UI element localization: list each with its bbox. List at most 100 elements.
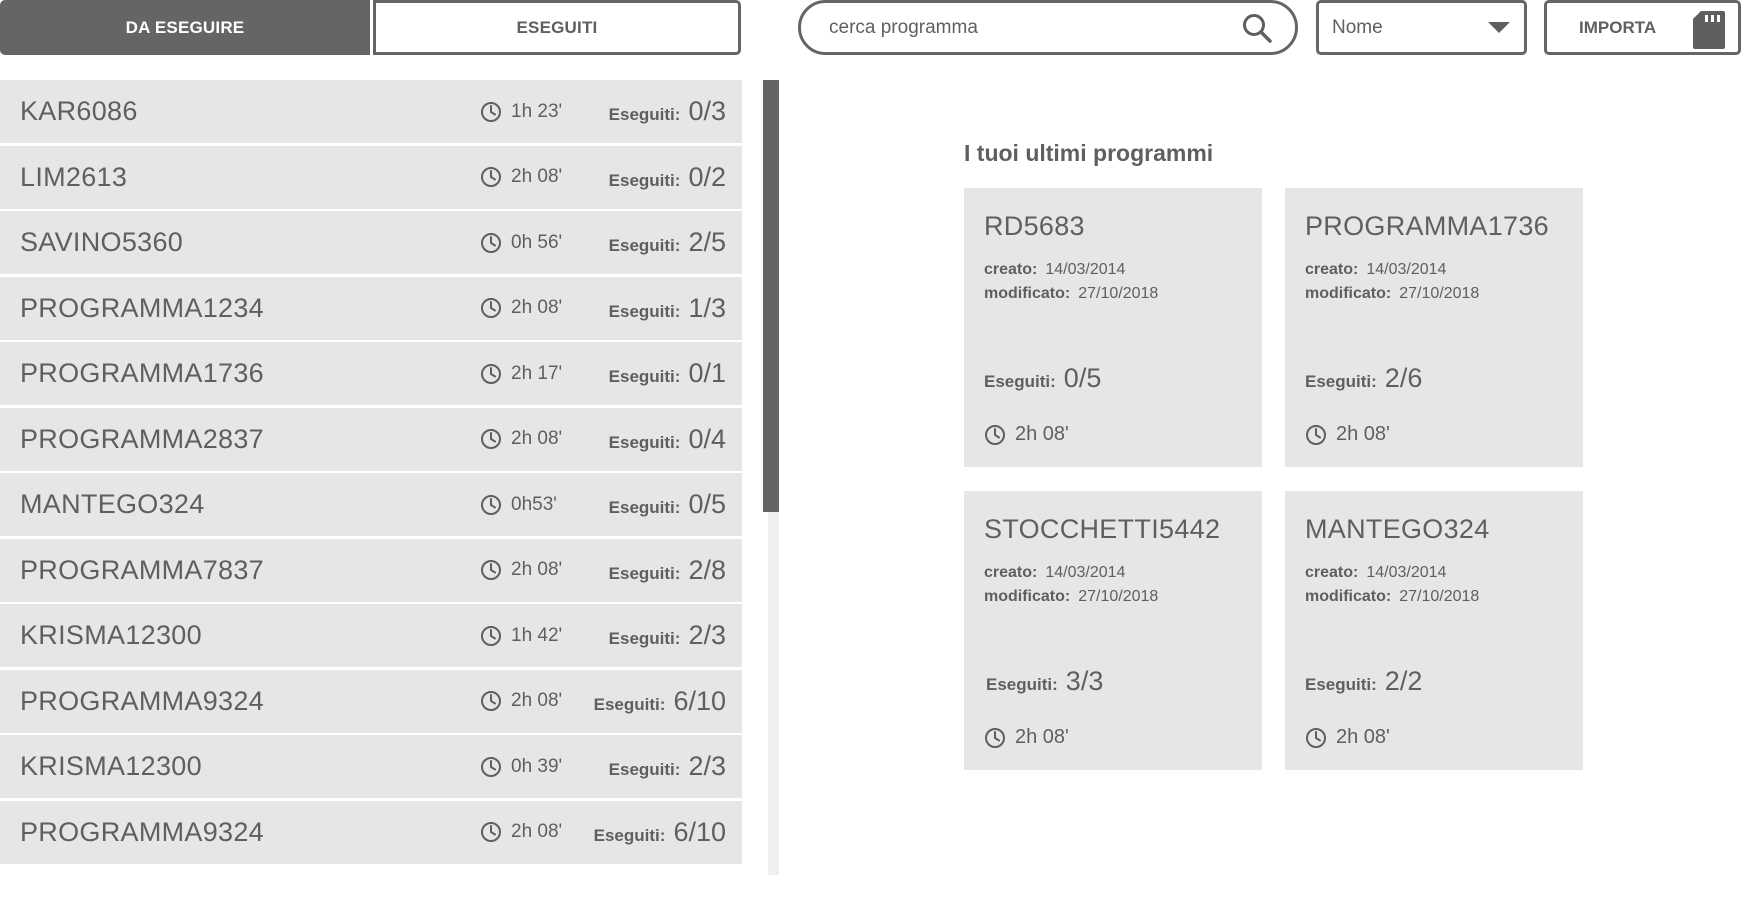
import-button[interactable]: IMPORTA [1544,0,1741,55]
done-value: 2/5 [688,227,726,257]
duration-value: 2h 17' [511,362,563,384]
card-modified: modificato: 27/10/2018 [984,588,1158,606]
program-row[interactable]: PROGRAMMA1736 2h 17' Eseguiti: 0/1 [0,342,742,405]
program-row[interactable]: KAR6086 1h 23' Eseguiti: 0/3 [0,80,742,143]
program-row[interactable]: KRISMA12300 1h 42' Eseguiti: 2/3 [0,604,742,667]
tab-eseguiti[interactable]: ESEGUITI [373,0,741,55]
card-name: STOCCHETTI5442 [984,514,1221,544]
program-name: PROGRAMMA1736 [20,358,264,388]
tab-da-eseguire[interactable]: DA ESEGUIRE [0,0,370,55]
done-value: 2/8 [688,554,726,585]
program-duration: 0h53' [480,494,557,516]
duration-value: 2h 08' [1336,423,1390,445]
program-done: Eseguiti: 1/3 [609,293,726,324]
program-name: PROGRAMMA7837 [20,554,264,585]
done-label: Eseguiti: [608,367,681,386]
sort-select[interactable]: Nome [1316,0,1527,55]
done-label: Eseguiti: [608,236,681,255]
done-label: Eseguiti: [608,760,681,779]
program-row[interactable]: LIM2613 2h 08' Eseguiti: 0/2 [0,145,742,209]
created-label: creato: [1305,261,1359,278]
import-label: IMPORTA [1579,17,1657,37]
program-done: Eseguiti: 2/3 [609,620,726,651]
clock-icon [481,363,501,384]
clock-icon [985,727,1005,748]
done-value: 2/3 [688,620,726,650]
done-label: Eseguiti: [986,675,1058,694]
duration-value: 2h 08' [511,297,563,318]
program-row[interactable]: PROGRAMMA9324 2h 08' Eseguiti: 6/10 [0,800,742,864]
program-done: Eseguiti: 6/10 [594,817,726,848]
program-row[interactable]: KRISMA12300 0h 39' Eseguiti: 2/3 [0,735,742,798]
program-row[interactable]: PROGRAMMA1234 2h 08' Eseguiti: 1/3 [0,276,742,340]
created-label: creato: [984,261,1038,278]
program-duration: 1h 23' [480,101,562,123]
recent-card[interactable]: RD5683 creato: 14/03/2014 modificato: 27/1… [964,188,1262,467]
card-created: creato: 14/03/2014 [1305,564,1446,582]
tab-label: ESEGUITI [516,17,598,37]
modified-label: modificato: [1305,588,1392,605]
recent-card[interactable]: PROGRAMMA1736 creato: 14/03/2014 modifica… [1285,188,1583,467]
clock-icon [481,429,501,449]
program-done: Eseguiti: 2/8 [609,555,726,586]
program-name: MANTEGO324 [20,489,205,519]
modified-label: modificato: [984,285,1071,302]
program-name: KRISMA12300 [20,620,202,650]
duration-value: 0h 39' [511,755,563,777]
program-done: Eseguiti: 2/5 [609,227,726,258]
duration-value: 2h 08' [511,559,563,580]
program-row[interactable]: SAVINO5360 0h 56' Eseguiti: 2/5 [0,211,742,274]
clock-icon [481,167,501,187]
done-value: 3/3 [1065,666,1104,696]
clock-icon [1306,727,1326,748]
card-done: Eseguiti: 2/2 [1305,666,1422,697]
created-date: 14/03/2014 [1045,564,1126,581]
duration-value: 2h 08' [511,166,563,187]
card-duration: 2h 08' [1305,423,1390,446]
done-label: Eseguiti: [608,498,681,517]
program-duration: 2h 17' [480,363,562,385]
done-label: Eseguiti: [593,825,666,845]
program-row[interactable]: PROGRAMMA9324 2h 08' Eseguiti: 6/10 [0,669,742,733]
scrollbar-thumb[interactable] [763,80,779,512]
card-name: MANTEGO324 [1305,514,1490,544]
chevron-down-icon [1488,22,1510,33]
program-row[interactable]: MANTEGO324 0h53' Eseguiti: 0/5 [0,473,742,536]
card-duration: 2h 08' [1305,726,1390,749]
program-done: Eseguiti: 0/5 [609,489,726,520]
card-modified: modificato: 27/10/2018 [984,285,1158,303]
search-icon[interactable] [1241,12,1273,44]
card-created: creato: 14/03/2014 [1305,261,1446,279]
clock-icon [481,691,501,711]
done-value: 6/10 [673,816,726,847]
clock-icon [481,298,501,318]
program-done: Eseguiti: 6/10 [594,686,726,717]
program-done: Eseguiti: 0/3 [609,96,726,127]
done-value: 0/2 [688,161,726,192]
done-value: 2/6 [1384,363,1423,393]
done-label: Eseguiti: [608,301,681,321]
card-duration: 2h 08' [984,423,1069,446]
clock-icon [481,822,501,842]
program-row[interactable]: PROGRAMMA7837 2h 08' Eseguiti: 2/8 [0,538,742,602]
done-label: Eseguiti: [608,170,681,190]
program-name: KRISMA12300 [20,751,202,781]
recent-card[interactable]: STOCCHETTI5442 creato: 14/03/2014 modific… [964,491,1262,770]
clock-icon [481,756,501,777]
done-label: Eseguiti: [608,432,681,452]
duration-value: 2h 08' [511,821,563,842]
search-box[interactable] [798,0,1298,55]
program-name: PROGRAMMA2837 [20,423,264,454]
program-duration: 2h 08' [480,297,562,319]
tab-label: DA ESEGUIRE [125,17,245,37]
clock-icon [481,232,501,253]
program-duration: 2h 08' [480,690,562,712]
duration-value: 2h 08' [1015,423,1069,445]
card-name: RD5683 [984,211,1085,241]
recent-card[interactable]: MANTEGO324 creato: 14/03/2014 modificato:… [1285,491,1583,770]
program-done: Eseguiti: 0/4 [609,424,726,455]
program-name: PROGRAMMA9324 [20,816,264,847]
program-row[interactable]: PROGRAMMA2837 2h 08' Eseguiti: 0/4 [0,407,742,471]
sd-card-icon [1693,11,1725,49]
search-input[interactable] [827,15,1241,40]
